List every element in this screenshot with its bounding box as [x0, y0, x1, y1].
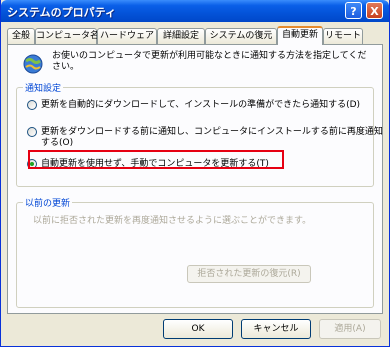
tab-computer-name[interactable]: コンピュータ名 [35, 28, 99, 44]
cancel-button[interactable]: キャンセル [241, 319, 311, 339]
system-properties-window: システムのプロパティ ? X 全般 コンピュータ名 ハードウェア 詳細設定 シス… [0, 0, 390, 347]
radio-notify-before-download[interactable] [27, 127, 37, 137]
description-text: お使いのコンピュータで更新が利用可能なときに通知する方法を指定してください。 [52, 51, 367, 72]
title-bar[interactable]: システムのプロパティ ? X [1, 0, 389, 22]
tab-advanced[interactable]: 詳細設定 [157, 28, 205, 44]
highlight-box [28, 150, 284, 169]
notify-settings-label: 通知設定 [23, 81, 64, 94]
ok-button[interactable]: OK [163, 319, 233, 339]
radio-auto-download[interactable] [27, 100, 37, 110]
apply-button[interactable]: 適用(A) [319, 319, 381, 339]
close-button[interactable]: X [366, 2, 383, 19]
tab-automatic-updates[interactable]: 自動更新 [277, 26, 323, 45]
tab-panel: お使いのコンピュータで更新が利用可能なときに通知する方法を指定してください。 通… [7, 44, 383, 314]
help-button[interactable]: ? [345, 2, 362, 19]
previous-updates-label: 以前の更新 [23, 196, 73, 209]
windows-update-icon [23, 54, 43, 74]
previous-updates-text: 以前に拒否された更新を再度通知させるように選ぶことができます。 [33, 216, 312, 226]
option-notify-line1: 更新をダウンロードする前に通知し、コンピュータにインストールする前に再度通知 [41, 127, 383, 137]
previous-updates-group: 以前の更新 以前に拒否された更新を再度通知させるように選ぶことができます。 拒否… [16, 196, 374, 308]
window-title: システムのプロパティ [7, 6, 117, 19]
tab-remote[interactable]: リモート [323, 28, 363, 44]
restore-declined-button[interactable]: 拒否された更新の復元(R) [187, 265, 311, 283]
tab-hardware[interactable]: ハードウェア [97, 28, 157, 44]
tab-general[interactable]: 全般 [7, 28, 35, 44]
notify-settings-group: 通知設定 更新を自動的にダウンロードして、インストールの準備ができたら通知する(… [16, 81, 383, 187]
option-auto-download-label: 更新を自動的にダウンロードして、インストールの準備ができたら通知する(D) [41, 100, 361, 110]
option-notify-line2: する(O) [41, 138, 74, 148]
tab-system-restore[interactable]: システムの復元 [205, 28, 277, 44]
